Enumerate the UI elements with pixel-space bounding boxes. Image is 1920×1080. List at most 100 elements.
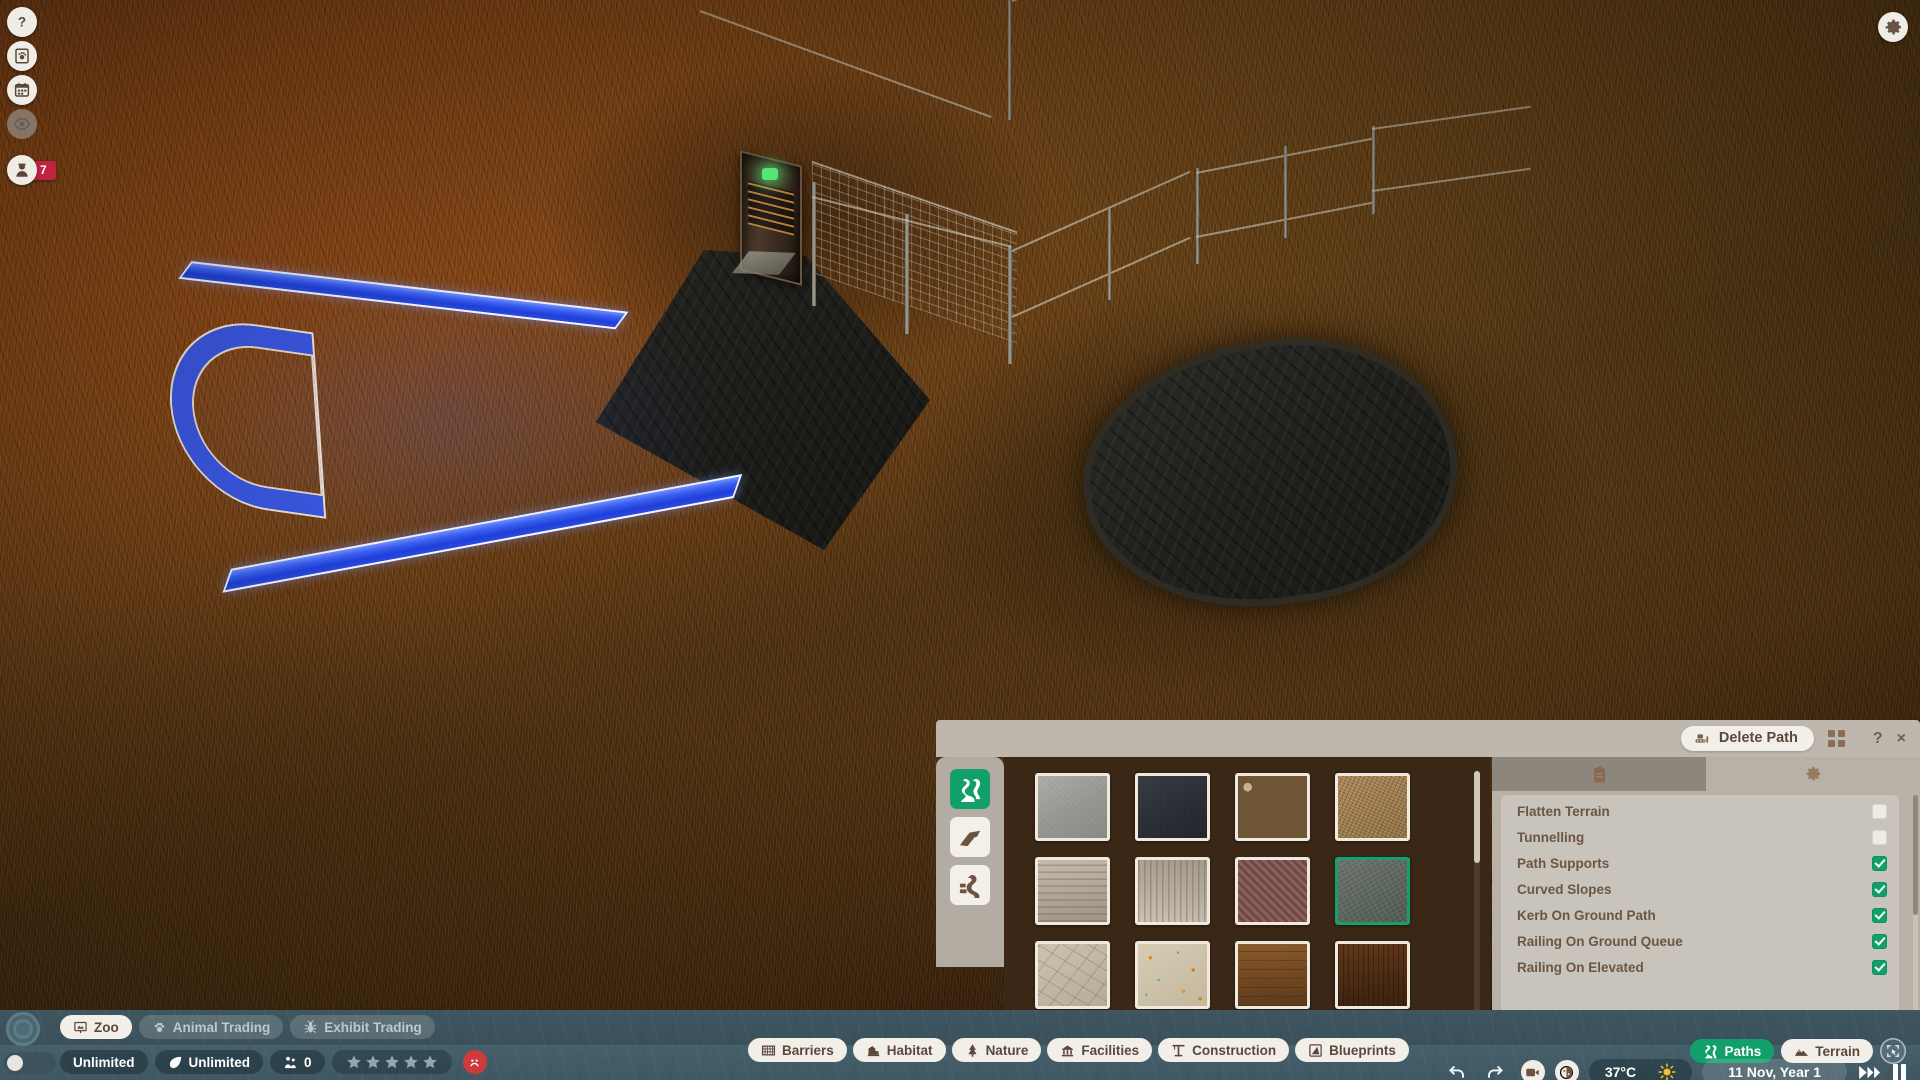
panel-close-button[interactable]: ×	[1897, 730, 1906, 748]
star-icon	[422, 1055, 437, 1069]
swatch-cell	[1123, 773, 1221, 857]
queue-path-icon	[959, 874, 979, 898]
option-row[interactable]: Railing On Elevated	[1501, 954, 1899, 980]
hud-tab-label: Zoo	[94, 1019, 119, 1035]
calendar-button[interactable]	[7, 75, 37, 105]
time-of-day-button[interactable]	[1554, 1060, 1579, 1080]
panel-body: Flatten Terrain Tunnelling Path Supports Cu…	[936, 757, 1920, 1025]
option-checkbox[interactable]	[1872, 959, 1887, 975]
weather-status: 37°C	[1588, 1059, 1693, 1080]
path-settings-panel[interactable]: Flatten Terrain Tunnelling Path Supports Cu…	[1492, 757, 1920, 1025]
grid-view-icon[interactable]	[1827, 730, 1845, 747]
path-swatch-plank-horizontal[interactable]	[1034, 857, 1110, 925]
hud-expand-toggle[interactable]	[4, 1052, 56, 1074]
building-icon	[1062, 1045, 1074, 1056]
staff-button[interactable]	[7, 155, 37, 185]
hud-tab-animal-trading[interactable]: Animal Trading	[138, 1015, 284, 1039]
panel-title-bar: Delete Path ? ×	[936, 720, 1920, 757]
tab-info[interactable]	[1492, 757, 1706, 791]
gear-icon	[1806, 766, 1820, 781]
settings-scrollbar[interactable]	[1913, 795, 1918, 1020]
option-row[interactable]: Railing On Ground Queue	[1501, 928, 1899, 954]
star-icon	[403, 1055, 418, 1069]
option-checkbox[interactable]	[1872, 829, 1887, 845]
option-row[interactable]: Kerb On Ground Path	[1501, 902, 1899, 928]
date-display: 11 Nov, Year 1	[1702, 1059, 1847, 1080]
path-swatch-asphalt-dark[interactable]	[1134, 773, 1210, 841]
path-icon	[960, 778, 980, 802]
camera-icon	[1526, 1068, 1540, 1076]
option-row[interactable]: Tunnelling	[1501, 824, 1899, 850]
path-swatch-sand-gravel[interactable]	[1334, 773, 1410, 841]
swatch-scrollbar-thumb[interactable]	[1474, 771, 1480, 863]
option-label: Flatten Terrain	[1517, 803, 1610, 819]
hud-stat-cash[interactable]: Unlimited	[60, 1050, 148, 1074]
hud-build-menu: Barriers Habitat Nature Facilities Construct…	[748, 1038, 1409, 1062]
option-checkbox[interactable]	[1872, 881, 1887, 897]
swatch-cell	[1323, 857, 1421, 941]
path-swatch-wood-medium[interactable]	[1234, 941, 1310, 1009]
guest-mood-indicator	[462, 1050, 487, 1074]
build-menu-label: Habitat	[886, 1042, 933, 1058]
option-row[interactable]: Path Supports	[1501, 850, 1899, 876]
path-texture-browser[interactable]	[1004, 757, 1490, 1025]
staff-indicator[interactable]: 7	[7, 155, 67, 185]
park-management-dial[interactable]	[6, 1012, 40, 1046]
star-icon	[384, 1055, 399, 1069]
path-swatch-plank-vertical[interactable]	[1134, 857, 1210, 925]
path-swatch-stone-cobble[interactable]	[1034, 941, 1110, 1009]
path-swatch-concrete-grey[interactable]	[1034, 773, 1110, 841]
option-label: Railing On Elevated	[1517, 959, 1644, 975]
settings-scrollbar-thumb[interactable]	[1913, 795, 1918, 915]
category-ramp[interactable]	[950, 817, 990, 857]
swatch-cell	[1323, 773, 1421, 857]
fast-forward-icon	[1859, 1065, 1880, 1079]
category-path[interactable]	[950, 769, 990, 809]
tree-icon	[968, 1043, 977, 1057]
option-checkbox[interactable]	[1872, 933, 1887, 949]
path-swatch-log-rounds[interactable]	[1234, 773, 1310, 841]
sun-icon	[1658, 1063, 1676, 1080]
option-row[interactable]: Flatten Terrain	[1501, 798, 1899, 824]
delete-path-button[interactable]: Delete Path	[1680, 726, 1814, 751]
path-building-panel[interactable]: Delete Path ? × Flatten Terrain Tunnelli…	[936, 720, 1920, 1025]
pause-button[interactable]	[1893, 1063, 1906, 1080]
option-checkbox[interactable]	[1872, 907, 1887, 923]
fast-forward-button[interactable]	[1857, 1065, 1883, 1080]
option-checkbox[interactable]	[1872, 855, 1887, 871]
hud-stat-guests[interactable]: 0	[270, 1050, 325, 1074]
build-menu-barriers[interactable]: Barriers	[748, 1038, 847, 1062]
build-menu-habitat[interactable]: Habitat	[852, 1038, 946, 1062]
zoo-board-icon	[74, 1021, 87, 1033]
path-swatch-wood-dark[interactable]	[1334, 941, 1410, 1009]
animals-button[interactable]	[7, 41, 37, 71]
category-queue[interactable]	[950, 865, 990, 905]
build-menu-nature[interactable]: Nature	[951, 1038, 1042, 1062]
path-swatch-asphalt-grey-green[interactable]	[1334, 857, 1410, 925]
build-menu-facilities[interactable]: Facilities	[1047, 1038, 1153, 1062]
guests-icon	[284, 1056, 296, 1068]
swatch-scrollbar[interactable]	[1474, 771, 1480, 1015]
hud-stat-conservation-credits[interactable]: Unlimited	[154, 1050, 264, 1074]
tab-options[interactable]	[1706, 757, 1920, 791]
option-label: Railing On Ground Queue	[1517, 933, 1683, 949]
panel-help-button[interactable]: ?	[1873, 730, 1883, 748]
star-icon	[346, 1055, 361, 1069]
camera-button[interactable]	[1520, 1060, 1545, 1080]
option-row[interactable]: Curved Slopes	[1501, 876, 1899, 902]
path-icon	[1705, 1044, 1717, 1058]
hud-time-bar: 37°C 11 Nov, Year 1	[1447, 1058, 1906, 1080]
visibility-button[interactable]	[7, 109, 37, 139]
build-menu-construction[interactable]: Construction	[1158, 1038, 1290, 1062]
hud-tab-zoo[interactable]: Zoo	[60, 1015, 132, 1039]
hud-tab-exhibit-trading[interactable]: Exhibit Trading	[290, 1015, 435, 1039]
path-swatch-brick-herringbone[interactable]	[1234, 857, 1310, 925]
game-settings-button[interactable]	[1878, 12, 1908, 42]
undo-button[interactable]	[1447, 1062, 1469, 1080]
path-swatch-terrazzo[interactable]	[1134, 941, 1210, 1009]
star-icon	[365, 1055, 380, 1069]
build-menu-blueprints[interactable]: Blueprints	[1295, 1038, 1409, 1062]
redo-button[interactable]	[1483, 1062, 1505, 1080]
help-button[interactable]: ?	[7, 7, 37, 37]
option-checkbox[interactable]	[1872, 803, 1887, 819]
